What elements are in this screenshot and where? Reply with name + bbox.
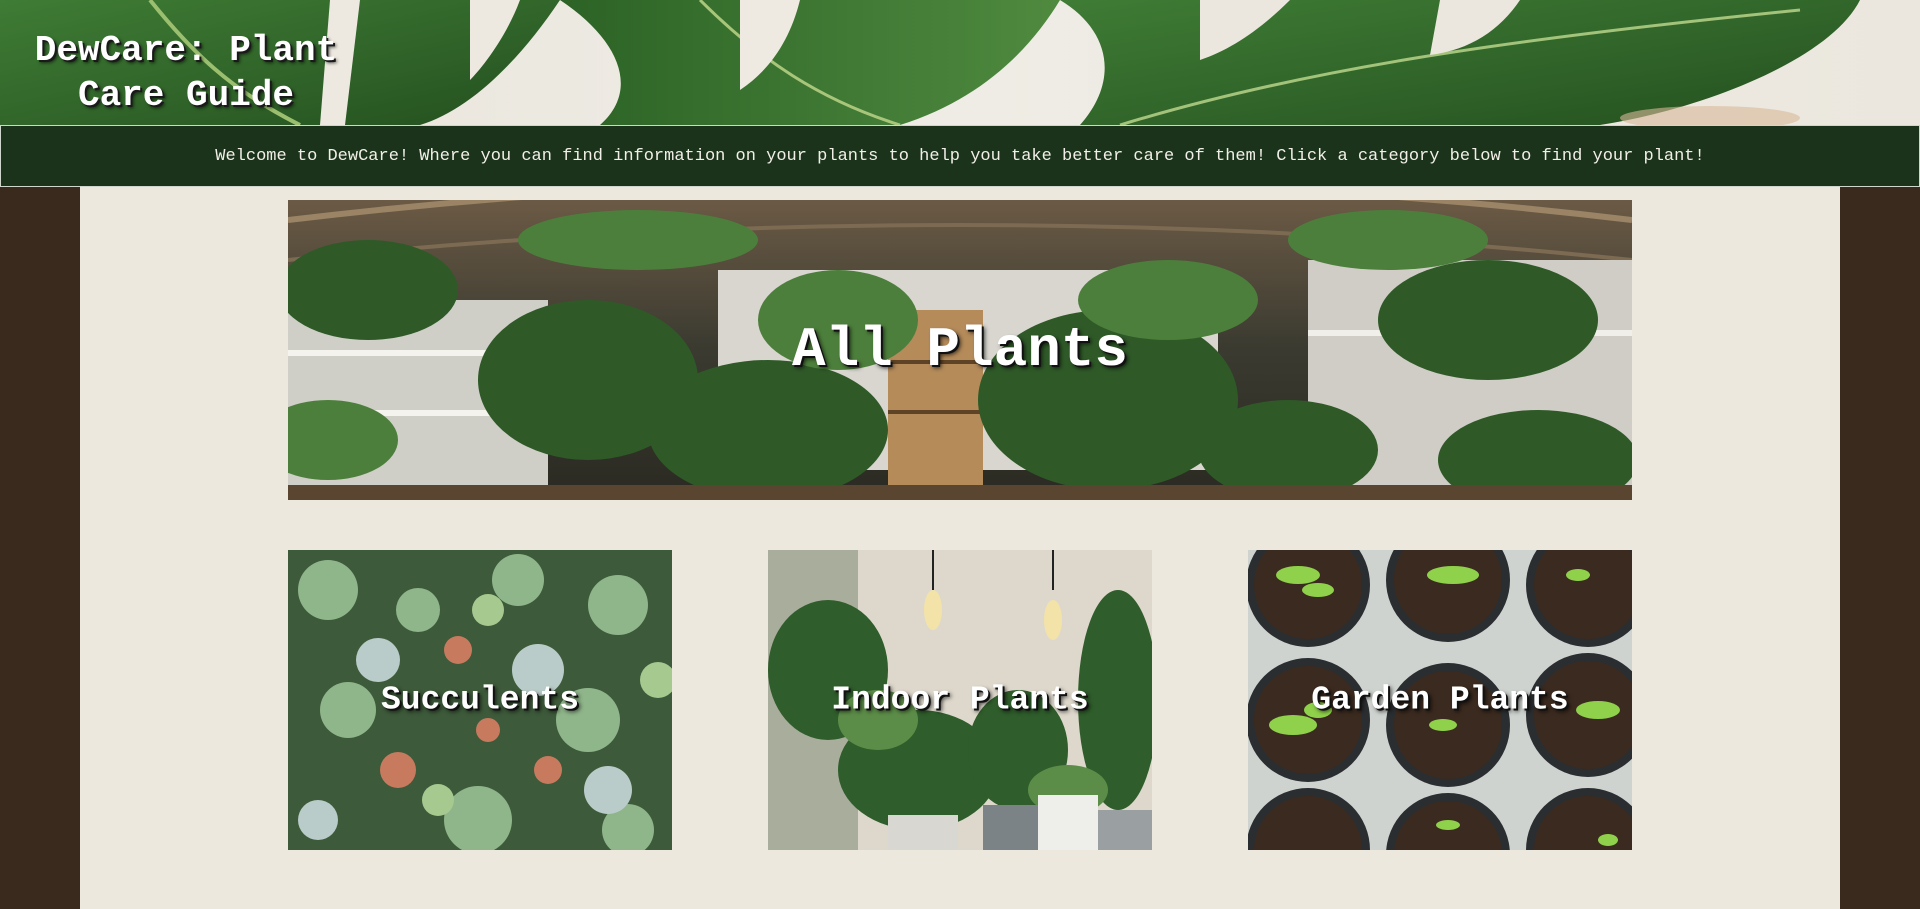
site-header: DewCare: Plant Care Guide xyxy=(0,0,1920,125)
site-title: DewCare: Plant Care Guide xyxy=(34,30,338,116)
garden-plants-link[interactable]: Garden Plants xyxy=(1248,550,1632,850)
succulents-link[interactable]: Succulents xyxy=(288,550,672,850)
indoor-plants-link[interactable]: Indoor Plants xyxy=(768,550,1152,850)
garden-plants-label: Garden Plants xyxy=(1311,681,1569,719)
all-plants-link[interactable]: All Plants xyxy=(288,200,1632,500)
indoor-plants-label: Indoor Plants xyxy=(831,681,1089,719)
welcome-banner: Welcome to DewCare! Where you can find i… xyxy=(0,125,1920,187)
welcome-text: Welcome to DewCare! Where you can find i… xyxy=(215,146,1705,166)
category-panel: All Plants Succulents Indoor Plants Gard… xyxy=(80,187,1840,909)
succulents-label: Succulents xyxy=(380,681,580,719)
all-plants-label: All Plants xyxy=(791,318,1129,382)
